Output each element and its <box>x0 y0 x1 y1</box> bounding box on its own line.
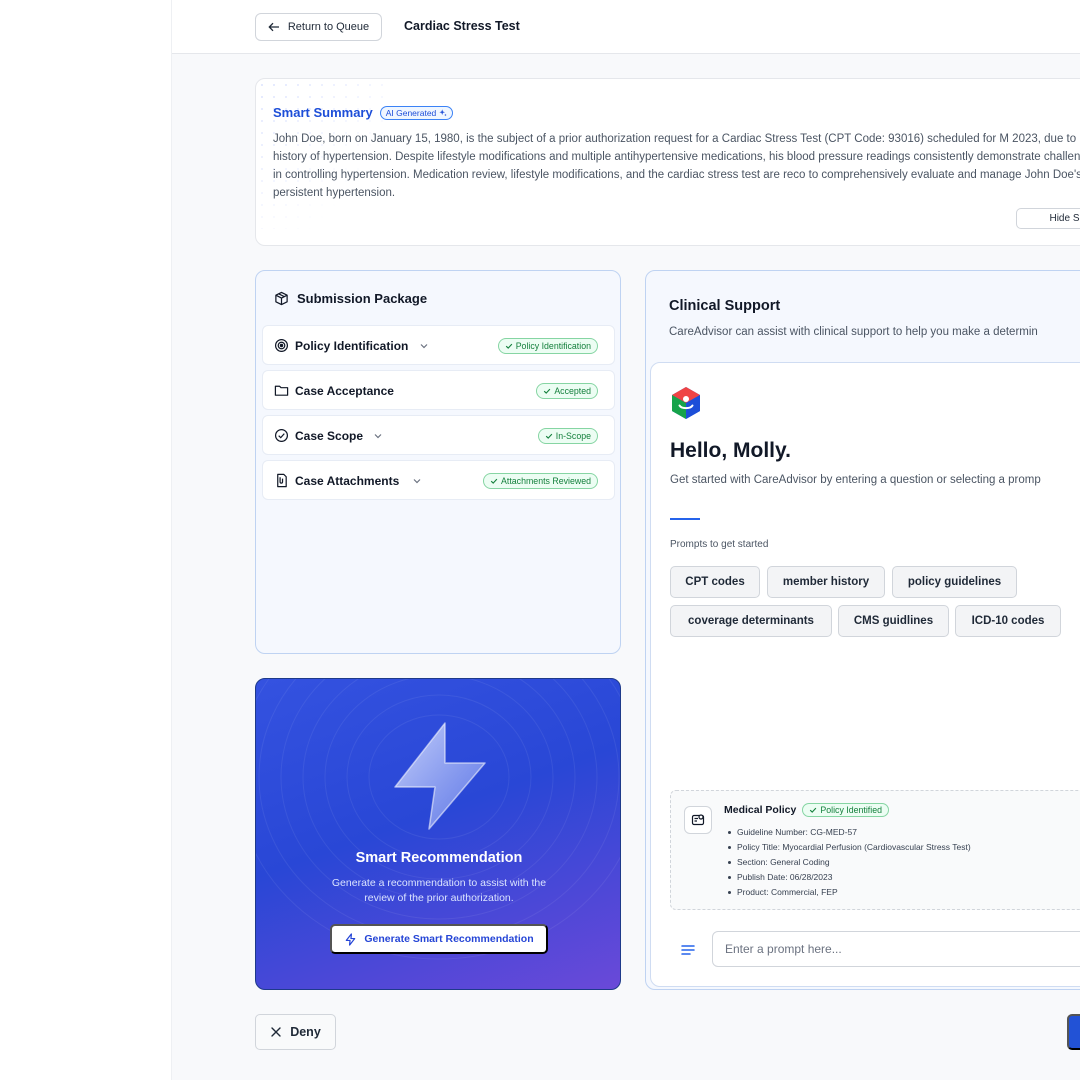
package-icon <box>275 291 288 306</box>
smart-summary-text: John Doe, born on January 15, 1980, is t… <box>273 133 1080 199</box>
status-badge: Attachments Reviewed <box>483 473 598 489</box>
prompt-chip-icd-10-codes[interactable]: ICD-10 codes <box>955 605 1061 637</box>
primary-action-button[interactable] <box>1067 1014 1080 1050</box>
status-badge-label: Attachments Reviewed <box>501 476 591 486</box>
package-item-label: Case Scope <box>295 429 364 443</box>
prompt-input[interactable] <box>712 931 1080 967</box>
submission-package-card: Submission Package Policy Identification… <box>255 270 621 654</box>
package-item-case-scope[interactable]: Case Scope In-Scope <box>262 415 615 455</box>
ai-generated-badge: AI Generated <box>379 105 454 120</box>
status-badge-label: Accepted <box>554 386 591 396</box>
submission-package-header: Submission Package <box>274 291 427 306</box>
policy-detail-line: Policy Title: Myocardial Perfusion (Card… <box>726 840 971 855</box>
policy-detail-line: Product: Commercial, FEP <box>726 885 971 900</box>
prompt-chip-policy-guidelines[interactable]: policy guidelines <box>892 566 1017 598</box>
smart-summary-card: Smart Summary AI Generated John Doe, bor… <box>255 78 1080 246</box>
prompt-chip-coverage-determinants[interactable]: coverage determinants <box>670 605 832 637</box>
check-icon <box>545 433 553 439</box>
prompt-chip-cms-guidlines[interactable]: CMS guidlines <box>838 605 949 637</box>
main-area: Return to Queue Cardiac Stress Test Smar… <box>171 0 1080 1080</box>
deny-button[interactable]: Deny <box>255 1014 336 1050</box>
policy-identified-badge: Policy Identified <box>802 803 889 817</box>
check-icon <box>505 343 512 349</box>
document-check-icon <box>691 814 705 826</box>
accent-divider <box>670 518 700 520</box>
medical-policy-details: Guideline Number: CG-MED-57 Policy Title… <box>726 825 971 900</box>
chevron-down-icon[interactable] <box>412 476 422 486</box>
target-icon <box>274 338 289 353</box>
lightning-bolt-icon <box>394 722 486 830</box>
chevron-down-icon[interactable] <box>419 341 429 351</box>
status-badge: In-Scope <box>537 428 598 444</box>
check-icon <box>810 807 817 813</box>
clinical-support-card: Clinical Support CareAdvisor can assist … <box>645 270 1080 990</box>
prompt-chip-member-history[interactable]: member history <box>767 566 885 598</box>
return-to-queue-label: Return to Queue <box>287 21 370 33</box>
clinical-support-title: Clinical Support <box>669 298 781 314</box>
generate-smart-recommendation-button[interactable]: Generate Smart Recommendation <box>330 924 548 954</box>
package-item-policy-identification[interactable]: Policy Identification Policy Identificat… <box>262 325 615 365</box>
chevron-down-icon[interactable] <box>373 431 383 441</box>
prompt-chip-cpt-codes[interactable]: CPT codes <box>670 566 760 598</box>
prompts-label: Prompts to get started <box>670 539 769 550</box>
status-badge-label: In-Scope <box>555 431 591 441</box>
medical-policy-header: Medical Policy Policy Identified <box>724 803 889 817</box>
clinical-support-description: CareAdvisor can assist with clinical sup… <box>669 326 1038 338</box>
check-icon <box>490 478 498 484</box>
package-item-label: Policy Identification <box>295 339 409 353</box>
check-circle-icon <box>274 428 289 443</box>
package-item-label: Case Acceptance <box>295 384 394 398</box>
attachment-icon <box>277 473 287 488</box>
page-title: Cardiac Stress Test <box>404 19 520 33</box>
hide-smart-summary-button[interactable]: Hide Smart <box>1016 208 1080 229</box>
policy-identified-label: Policy Identified <box>820 805 882 815</box>
generate-smart-recommendation-label: Generate Smart Recommendation <box>364 933 534 945</box>
careadvisor-logo-icon <box>672 387 700 419</box>
getting-started-text: Get started with CareAdvisor by entering… <box>670 474 1041 486</box>
submission-package-title: Submission Package <box>297 291 428 306</box>
folder-icon <box>274 385 289 396</box>
arrow-left-icon <box>268 22 279 32</box>
medical-policy-title: Medical Policy <box>724 804 797 816</box>
sparkle-icon <box>439 108 447 116</box>
status-badge-label: Policy Identification <box>515 341 591 351</box>
package-item-label: Case Attachments <box>295 474 400 488</box>
policy-detail-line: Guideline Number: CG-MED-57 <box>726 825 971 840</box>
close-icon <box>271 1027 281 1037</box>
return-to-queue-button[interactable]: Return to Queue <box>255 13 382 41</box>
policy-detail-line: Section: General Coding <box>726 855 971 870</box>
deny-label: Deny <box>290 1025 321 1039</box>
smart-summary-title: Smart Summary <box>273 105 373 120</box>
left-gutter <box>0 0 171 1080</box>
package-item-case-acceptance[interactable]: Case Acceptance Accepted <box>262 370 615 410</box>
lightning-icon <box>346 932 356 946</box>
top-bar: Return to Queue Cardiac Stress Test <box>172 0 1080 54</box>
menu-lines-icon[interactable] <box>680 942 696 958</box>
status-badge: Policy Identification <box>497 338 598 354</box>
ai-generated-label: AI Generated <box>385 107 437 118</box>
greeting-heading: Hello, Molly. <box>670 439 791 462</box>
smart-recommendation-title: Smart Recommendation <box>355 850 523 866</box>
policy-icon-box <box>684 806 712 834</box>
smart-summary-header: Smart Summary AI Generated <box>273 105 454 120</box>
smart-recommendation-description: Generate a recommendation to assist with… <box>331 877 547 904</box>
medical-policy-card: Medical Policy Policy Identified Guideli… <box>670 790 1080 910</box>
check-icon <box>544 388 551 394</box>
policy-detail-line: Publish Date: 06/28/2023 <box>726 870 971 885</box>
status-badge: Accepted <box>536 383 598 399</box>
package-item-case-attachments[interactable]: Case Attachments Attachments Reviewed <box>262 460 615 500</box>
careadvisor-chat-panel: Hello, Molly. Get started with CareAdvis… <box>650 362 1080 987</box>
smart-recommendation-card: Smart Recommendation Generate a recommen… <box>255 678 621 990</box>
